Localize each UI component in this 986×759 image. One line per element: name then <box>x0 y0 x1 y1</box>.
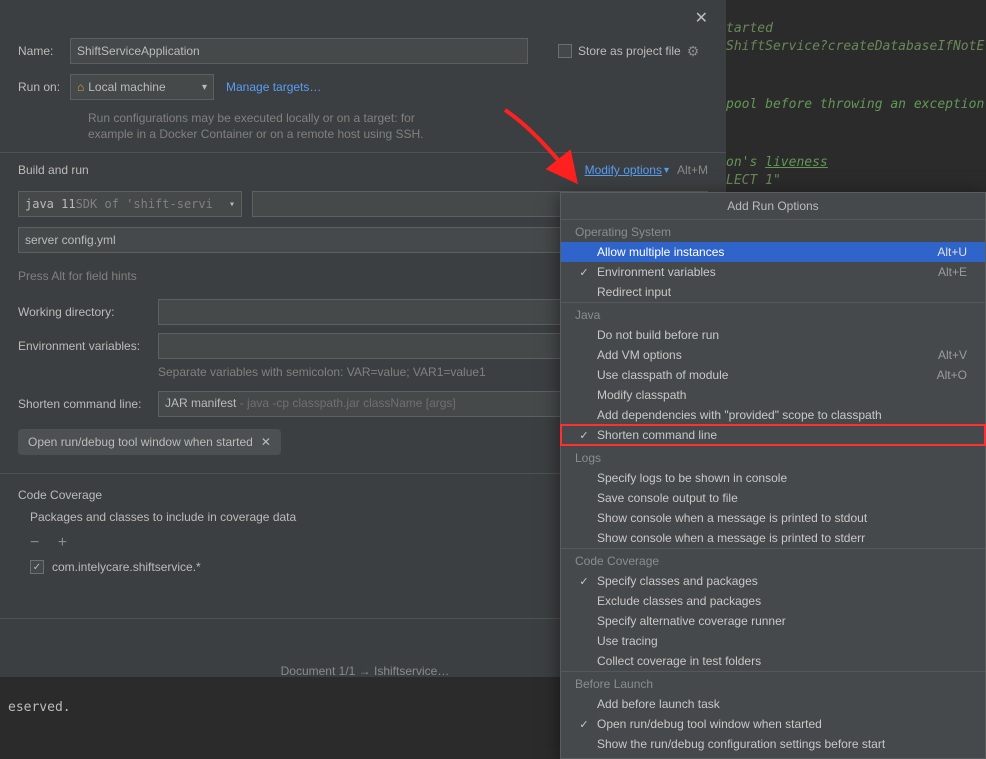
popup-item-shortcut: Alt+O <box>937 368 971 382</box>
popup-item[interactable]: Save console output to file <box>561 488 985 508</box>
check-icon: ✓ <box>575 575 593 588</box>
popup-item[interactable]: Specify logs to be shown in console <box>561 468 985 488</box>
popup-item[interactable]: Show console when a message is printed t… <box>561 508 985 528</box>
close-icon[interactable]: ✕ <box>695 8 708 28</box>
remove-icon[interactable]: − <box>30 534 39 551</box>
shorten-label: Shorten command line: <box>18 397 158 411</box>
popup-item[interactable]: Allow multiple instancesAlt+U <box>561 242 985 262</box>
popup-item[interactable]: Specify alternative coverage runner <box>561 611 985 631</box>
close-icon[interactable]: ✕ <box>261 435 271 449</box>
popup-item[interactable]: Modify classpath <box>561 385 985 405</box>
popup-item-label: Use classpath of module <box>593 368 937 382</box>
popup-item-label: Add dependencies with "provided" scope t… <box>593 408 971 422</box>
popup-item-label: Show the run/debug configuration setting… <box>593 737 971 751</box>
popup-item[interactable]: Exclude classes and packages <box>561 591 985 611</box>
build-and-run-title: Build and run <box>18 153 89 187</box>
working-dir-label: Working directory: <box>18 305 158 319</box>
checkbox-icon[interactable]: ✓ <box>30 560 44 574</box>
popup-item-label: Allow multiple instances <box>593 245 937 259</box>
popup-item-label: Save console output to file <box>593 491 971 505</box>
popup-item[interactable]: Add VM optionsAlt+V <box>561 345 985 365</box>
name-label: Name: <box>18 44 70 58</box>
popup-item[interactable]: Collect coverage in test folders <box>561 651 985 671</box>
popup-item-label: Specify classes and packages <box>593 574 971 588</box>
checkbox-icon[interactable] <box>558 44 572 58</box>
popup-item[interactable]: Use tracing <box>561 631 985 651</box>
chevron-down-icon: ▾ <box>202 82 207 93</box>
popup-item-label: Specify alternative coverage runner <box>593 614 971 628</box>
popup-item-shortcut: Alt+V <box>938 348 971 362</box>
check-icon: ✓ <box>575 266 593 279</box>
popup-item-label: Do not build before run <box>593 328 971 342</box>
popup-item-label: Show console when a message is printed t… <box>593 531 971 545</box>
modify-options-link[interactable]: Modify options <box>585 163 662 177</box>
gear-icon[interactable]: ⚙ <box>687 43 700 60</box>
popup-item-label: Show console when a message is printed t… <box>593 511 971 525</box>
popup-item[interactable]: Redirect input <box>561 282 985 302</box>
popup-group-header: Java <box>561 302 985 325</box>
open-tool-window-chip[interactable]: Open run/debug tool window when started … <box>18 429 281 455</box>
popup-item-label: Collect coverage in test folders <box>593 654 971 668</box>
popup-item[interactable]: Add before launch task <box>561 694 985 714</box>
home-icon: ⌂ <box>77 80 84 94</box>
popup-item-shortcut: Alt+U <box>937 245 971 259</box>
popup-item[interactable]: Do not build before run <box>561 325 985 345</box>
popup-item-label: Add before launch task <box>593 697 971 711</box>
config-name-input[interactable] <box>70 38 528 64</box>
popup-item[interactable]: ✓Shorten command line <box>561 425 985 445</box>
jdk-select[interactable]: java 11 SDK of 'shift-servi ▾ <box>18 191 242 217</box>
popup-group-header: Logs <box>561 445 985 468</box>
check-icon: ✓ <box>575 429 593 442</box>
popup-item-label: Environment variables <box>593 265 938 279</box>
popup-item-label: Specify logs to be shown in console <box>593 471 971 485</box>
popup-item-label: Exclude classes and packages <box>593 594 971 608</box>
add-icon[interactable]: + <box>58 534 67 551</box>
runon-hint: Run configurations may be executed local… <box>88 110 708 142</box>
popup-group-header: Code Coverage <box>561 548 985 571</box>
check-icon: ✓ <box>575 718 593 731</box>
env-vars-label: Environment variables: <box>18 339 158 353</box>
popup-item-shortcut: Alt+E <box>938 265 971 279</box>
modify-shortcut: Alt+M <box>677 163 708 177</box>
popup-item[interactable]: Use classpath of moduleAlt+O <box>561 365 985 385</box>
popup-item-label: Redirect input <box>593 285 971 299</box>
popup-title: Add Run Options <box>561 193 985 220</box>
add-run-options-popup: Add Run Options Operating SystemAllow mu… <box>560 192 986 759</box>
popup-item[interactable]: ✓Specify classes and packages <box>561 571 985 591</box>
chevron-down-icon: ▾ <box>229 199 235 210</box>
popup-item-label: Open run/debug tool window when started <box>593 717 971 731</box>
popup-item[interactable]: Show the run/debug configuration setting… <box>561 734 985 754</box>
popup-group-header: Before Launch <box>561 671 985 694</box>
runon-label: Run on: <box>18 80 70 94</box>
popup-item[interactable]: Add dependencies with "provided" scope t… <box>561 405 985 425</box>
manage-targets-link[interactable]: Manage targets… <box>226 80 321 94</box>
runon-select[interactable]: ⌂ Local machine ▾ <box>70 74 214 100</box>
chevron-down-icon: ▾ <box>664 165 669 176</box>
popup-item-label: Shorten command line <box>593 428 971 442</box>
store-as-file[interactable]: Store as project file ⚙ <box>558 43 699 60</box>
popup-item-label: Use tracing <box>593 634 971 648</box>
popup-item[interactable]: ✓Environment variablesAlt+E <box>561 262 985 282</box>
popup-item-label: Modify classpath <box>593 388 971 402</box>
popup-group-header: Operating System <box>561 220 985 242</box>
popup-item-label: Add VM options <box>593 348 938 362</box>
popup-item[interactable]: ✓Open run/debug tool window when started <box>561 714 985 734</box>
popup-item[interactable]: Show console when a message is printed t… <box>561 528 985 548</box>
